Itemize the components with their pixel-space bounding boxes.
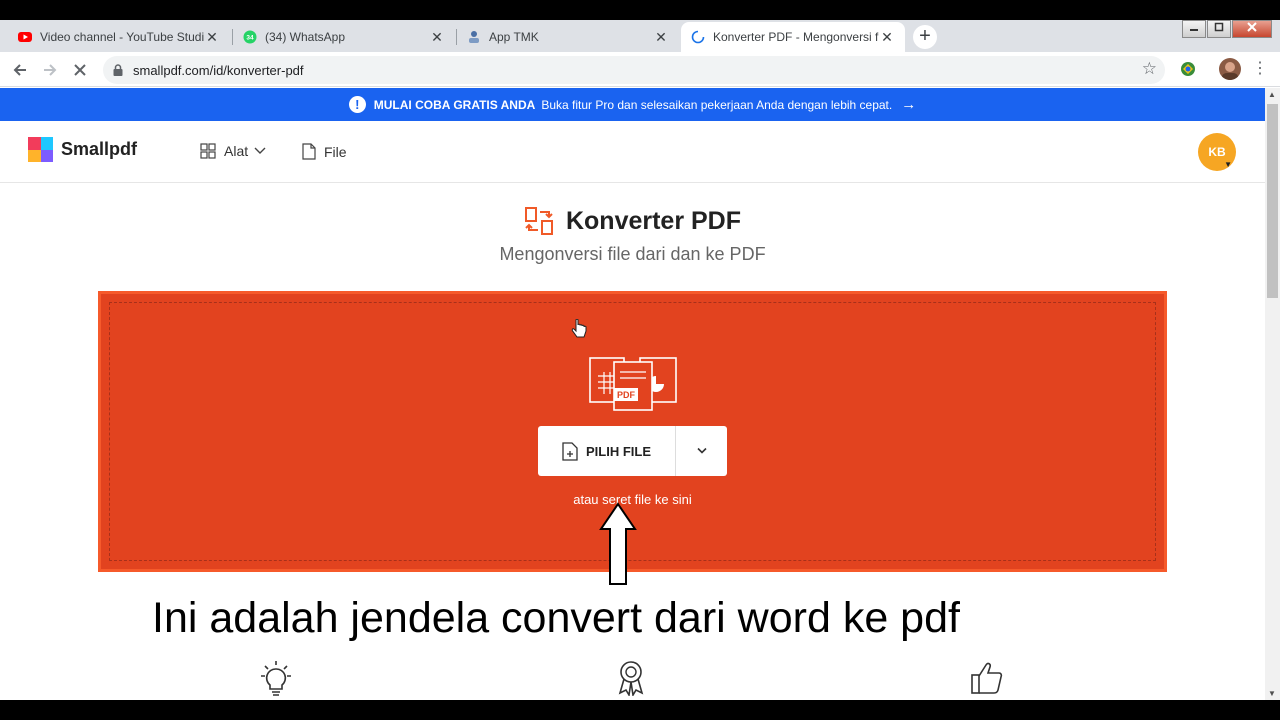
add-file-icon xyxy=(562,441,578,461)
award-ribbon-icon xyxy=(618,661,644,696)
close-icon[interactable]: ✕ xyxy=(204,29,220,46)
promo-text: Buka fitur Pro dan selesaikan pekerjaan … xyxy=(541,97,893,112)
more-sources-button[interactable] xyxy=(676,426,727,476)
scroll-up-icon[interactable]: ▲ xyxy=(1268,90,1276,99)
stop-loading-button[interactable] xyxy=(68,58,92,82)
thumbs-up-icon xyxy=(971,662,1003,694)
annotation-arrow-icon xyxy=(599,502,637,585)
page-title: Konverter PDF xyxy=(565,206,742,235)
chevron-down-icon xyxy=(254,147,266,154)
app-icon xyxy=(467,30,481,44)
bookmark-star-icon[interactable]: ☆ xyxy=(1142,59,1157,79)
svg-text:34: 34 xyxy=(246,35,254,42)
file-menu[interactable]: File xyxy=(302,143,347,160)
maximize-button[interactable] xyxy=(1207,20,1231,38)
page-subtitle: Mengonversi file dari dan ke PDF xyxy=(499,244,766,264)
close-icon[interactable]: ✕ xyxy=(879,29,895,46)
promo-bold-text: MULAI COBA GRATIS ANDA xyxy=(373,97,536,112)
tab-title: Konverter PDF - Mengonversi file xyxy=(713,30,879,44)
logo-text: Smallpdf xyxy=(61,139,138,159)
user-avatar[interactable]: KB ▼ xyxy=(1198,133,1236,171)
promo-banner[interactable]: ! MULAI COBA GRATIS ANDA Buka fitur Pro … xyxy=(0,88,1265,121)
tab-whatsapp[interactable]: 34 (34) WhatsApp ✕ xyxy=(233,22,455,52)
file-menu-label: File xyxy=(324,143,347,160)
scroll-down-icon[interactable]: ▼ xyxy=(1268,689,1276,698)
info-icon: ! xyxy=(348,96,366,113)
tab-title: (34) WhatsApp xyxy=(265,30,346,44)
choose-file-button-group: PILIH FILE xyxy=(538,426,727,476)
avatar-initials: KB xyxy=(1208,145,1226,159)
tools-menu-label: Alat xyxy=(224,143,249,159)
logo-mark-icon xyxy=(28,137,53,162)
chevron-down-icon xyxy=(696,447,707,454)
page-title-row: Konverter PDF xyxy=(0,206,1265,236)
profile-avatar[interactable] xyxy=(1219,58,1241,80)
new-tab-button[interactable]: + xyxy=(913,25,937,49)
tab-konverter-pdf[interactable]: Konverter PDF - Mengonversi file ✕ xyxy=(681,22,905,52)
choose-file-button[interactable]: PILIH FILE xyxy=(538,426,676,476)
smallpdf-logo[interactable]: Smallpdf xyxy=(28,137,137,162)
lightbulb-icon xyxy=(261,661,291,696)
site-header: Smallpdf Alat File KB ▼ xyxy=(0,121,1265,183)
pdf-badge: PDF xyxy=(617,390,636,400)
close-icon[interactable]: ✕ xyxy=(429,29,445,46)
browser-toolbar: smallpdf.com/id/konverter-pdf ☆ ⋮ xyxy=(0,52,1280,87)
youtube-icon xyxy=(18,30,32,44)
extension-icon[interactable] xyxy=(1179,60,1197,83)
tools-menu[interactable]: Alat xyxy=(200,143,266,159)
hand-cursor-icon xyxy=(571,319,587,338)
tab-title: App TMK xyxy=(489,30,539,44)
whatsapp-icon: 34 xyxy=(243,30,257,44)
file-icon xyxy=(302,143,316,160)
kebab-menu-icon[interactable]: ⋮ xyxy=(1252,58,1268,80)
tab-title: Video channel - YouTube Studio xyxy=(40,30,204,44)
page-scrollbar[interactable]: ▲ ▼ xyxy=(1265,88,1280,700)
tab-strip: Video channel - YouTube Studio ✕ 34 (34)… xyxy=(0,20,1280,52)
caret-down-icon: ▼ xyxy=(1224,160,1232,169)
address-bar[interactable]: smallpdf.com/id/konverter-pdf ☆ xyxy=(103,56,1165,84)
documents-icon: PDF xyxy=(589,357,677,411)
video-caption: Ini adalah jendela convert dari word ke … xyxy=(152,594,960,642)
tab-youtube-studio[interactable]: Video channel - YouTube Studio ✕ xyxy=(8,22,230,52)
back-button[interactable] xyxy=(8,58,32,82)
tab-app-tmk[interactable]: App TMK ✕ xyxy=(457,22,679,52)
grid-icon xyxy=(200,143,216,159)
browser-window: Video channel - YouTube Studio ✕ 34 (34)… xyxy=(0,20,1280,700)
url-text: smallpdf.com/id/konverter-pdf xyxy=(133,63,304,78)
loading-spinner-icon xyxy=(691,30,705,44)
choose-file-label: PILIH FILE xyxy=(586,443,651,459)
arrow-right-icon: → xyxy=(901,96,917,113)
scrollbar-thumb[interactable] xyxy=(1267,104,1278,298)
close-icon[interactable]: ✕ xyxy=(653,29,669,46)
forward-button[interactable] xyxy=(38,58,62,82)
window-close-button[interactable] xyxy=(1232,20,1272,38)
convert-icon xyxy=(524,207,553,235)
minimize-button[interactable] xyxy=(1182,20,1206,38)
lock-icon xyxy=(113,63,123,76)
